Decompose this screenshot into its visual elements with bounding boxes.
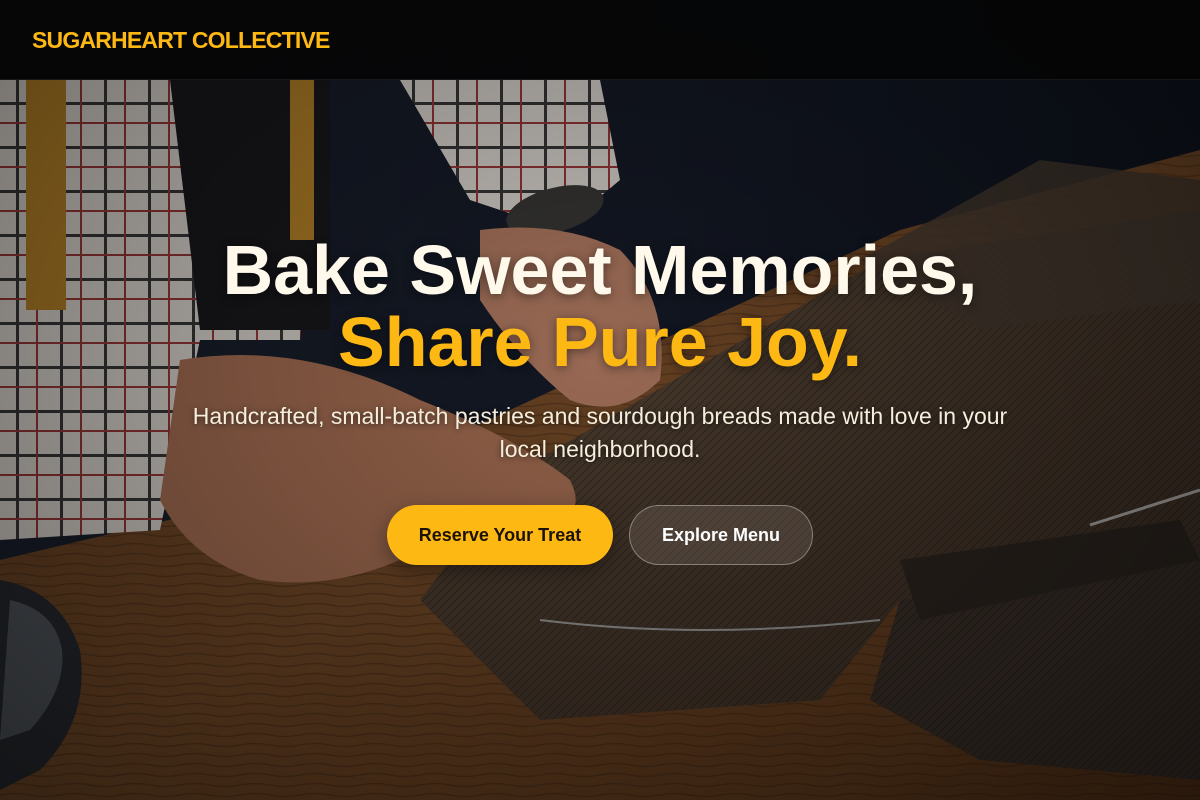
- hero-headline-line1: Bake Sweet Memories,: [222, 231, 978, 309]
- hero-subtitle: Handcrafted, small-batch pastries and so…: [192, 403, 1008, 462]
- hero-section: Bake Sweet Memories, Share Pure Joy. Han…: [0, 0, 1200, 800]
- hero-headline-line2: Share Pure Joy.: [338, 303, 862, 381]
- reserve-treat-button[interactable]: Reserve Your Treat: [387, 505, 613, 565]
- explore-menu-button[interactable]: Explore Menu: [629, 505, 813, 565]
- landing-page: SUGARHEART COLLECTIVE Bake Sweet Memorie…: [0, 0, 1200, 800]
